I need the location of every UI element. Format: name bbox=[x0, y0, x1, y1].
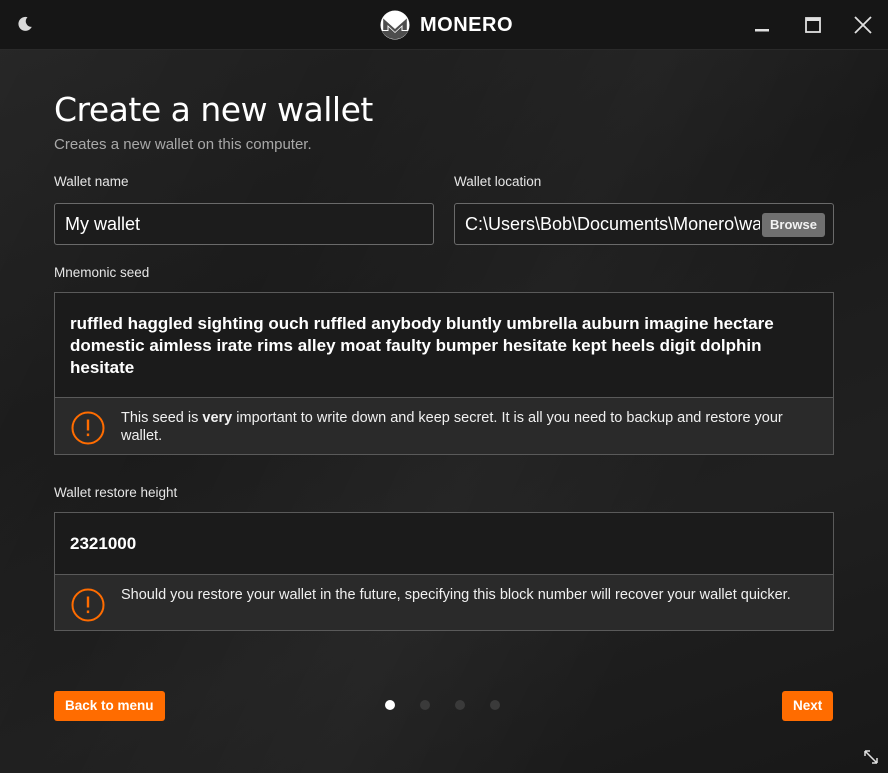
seed-warning-emphasis: very bbox=[202, 410, 233, 426]
moon-icon[interactable] bbox=[15, 14, 35, 34]
close-icon[interactable] bbox=[848, 10, 878, 40]
step-dot-2 bbox=[420, 700, 430, 710]
restore-height-warning: Should you restore your wallet in the fu… bbox=[55, 574, 833, 630]
page-subtitle: Creates a new wallet on this computer. bbox=[54, 136, 312, 153]
seed-warning: This seed is very important to write dow… bbox=[55, 397, 833, 454]
next-button[interactable]: Next bbox=[782, 691, 834, 721]
seed-warning-text-start: This seed is bbox=[121, 410, 203, 426]
mnemonic-seed-label: Mnemonic seed bbox=[54, 265, 150, 280]
maximize-icon[interactable] bbox=[798, 10, 828, 40]
step-dot-4 bbox=[490, 700, 500, 710]
step-dot-1 bbox=[385, 700, 395, 710]
browse-button[interactable]: Browse bbox=[762, 213, 825, 237]
seed-warning-text: This seed is very important to write dow… bbox=[121, 408, 818, 445]
wallet-name-label: Wallet name bbox=[54, 174, 129, 189]
restore-height-box: 2321000 Should you restore your wallet i… bbox=[54, 512, 834, 631]
restore-height-label: Wallet restore height bbox=[54, 485, 178, 500]
wallet-location-field[interactable]: C:\Users\Bob\Documents\Monero\wallets Br… bbox=[454, 203, 834, 245]
warning-icon bbox=[71, 588, 105, 622]
brand: MONERO bbox=[380, 10, 513, 40]
app-window: MONERO Create a new wallet Creates a new… bbox=[0, 0, 888, 773]
back-to-menu-button[interactable]: Back to menu bbox=[54, 691, 165, 721]
wallet-location-input[interactable]: C:\Users\Bob\Documents\Monero\wallets bbox=[455, 214, 760, 235]
step-dot-3 bbox=[455, 700, 465, 710]
monero-logo-icon bbox=[380, 10, 410, 40]
wallet-name-input[interactable] bbox=[55, 204, 433, 244]
minimize-icon[interactable] bbox=[748, 10, 778, 40]
restore-height-warning-text: Should you restore your wallet in the fu… bbox=[121, 587, 791, 603]
mnemonic-seed-text: ruffled haggled sighting ouch ruffled an… bbox=[70, 314, 774, 377]
title-bar: MONERO bbox=[0, 0, 888, 50]
step-indicator bbox=[385, 700, 525, 712]
mnemonic-seed-box: ruffled haggled sighting ouch ruffled an… bbox=[54, 292, 834, 455]
resize-icon[interactable] bbox=[862, 748, 880, 766]
wallet-location-label: Wallet location bbox=[454, 174, 542, 189]
brand-name: MONERO bbox=[420, 13, 513, 36]
wallet-name-field[interactable] bbox=[54, 203, 434, 245]
restore-height-value: 2321000 bbox=[70, 534, 137, 553]
page-title: Create a new wallet bbox=[54, 90, 373, 129]
warning-icon bbox=[71, 411, 105, 445]
